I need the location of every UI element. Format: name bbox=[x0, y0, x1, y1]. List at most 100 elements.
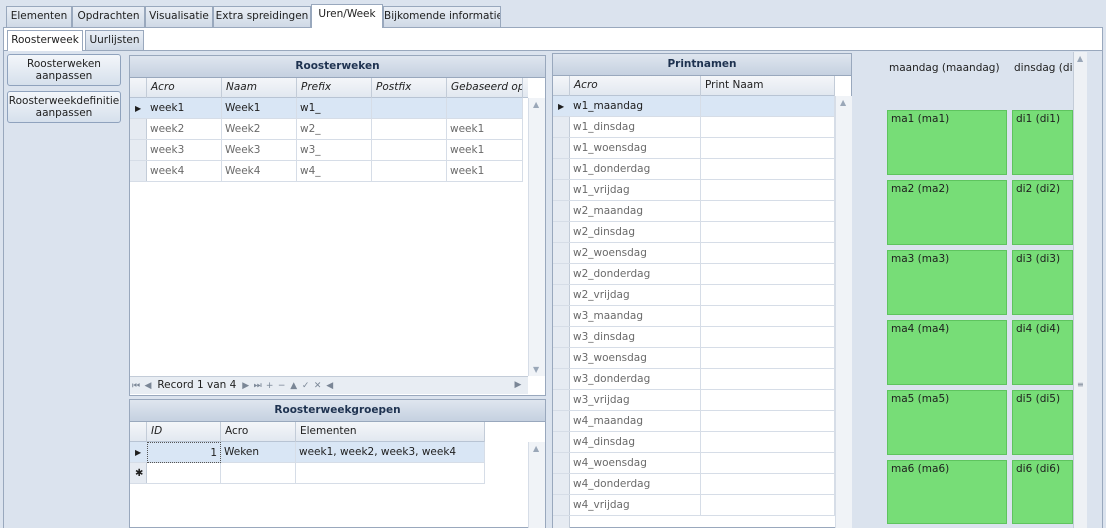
cell-acro[interactable]: w1_woensdag bbox=[570, 138, 701, 159]
table-row[interactable]: ▶ week1 Week1 w1_ bbox=[130, 98, 523, 119]
roosterweken-aanpassen-button[interactable]: Roosterweken aanpassen bbox=[7, 54, 121, 86]
schedule-tile[interactable]: di1 (di1) bbox=[1012, 110, 1073, 175]
table-row[interactable]: ▶ 1 Weken week1, week2, week3, week4 bbox=[130, 442, 485, 463]
schedule-tile[interactable]: ma5 (ma5) bbox=[887, 390, 1007, 455]
col-id[interactable]: ID bbox=[147, 422, 221, 442]
cell-naam[interactable]: Week4 bbox=[222, 161, 297, 182]
tab-opdrachten[interactable]: Opdrachten bbox=[72, 6, 145, 27]
col-acro[interactable]: Acro bbox=[221, 422, 296, 442]
cell-gebaseerd-op[interactable] bbox=[447, 98, 523, 119]
cell-acro[interactable]: w1_donderdag bbox=[570, 159, 701, 180]
table-row[interactable]: w1_dinsdag bbox=[553, 117, 835, 138]
new-row[interactable]: ✱ bbox=[130, 463, 485, 484]
table-row[interactable]: w2_maandag bbox=[553, 201, 835, 222]
cell-print-naam[interactable] bbox=[701, 327, 835, 348]
cell-print-naam[interactable] bbox=[701, 432, 835, 453]
delete-record-icon[interactable]: − bbox=[276, 378, 288, 395]
cell-gebaseerd-op[interactable]: week1 bbox=[447, 161, 523, 182]
cell-prefix[interactable]: w3_ bbox=[297, 140, 372, 161]
schedule-tile[interactable]: ma2 (ma2) bbox=[887, 180, 1007, 245]
cell-acro[interactable]: week1 bbox=[147, 98, 222, 119]
col-acro[interactable]: Acro bbox=[570, 76, 701, 96]
subtab-uurlijsten[interactable]: Uurlijsten bbox=[85, 30, 144, 50]
schedule-scrollbar[interactable]: ▲ ≡ bbox=[1073, 52, 1087, 528]
cell-acro[interactable]: w3_dinsdag bbox=[570, 327, 701, 348]
cell-acro[interactable]: w3_donderdag bbox=[570, 369, 701, 390]
cell-acro[interactable]: w4_vrijdag bbox=[570, 495, 701, 516]
table-row[interactable]: w3_woensdag bbox=[553, 348, 835, 369]
cell-print-naam[interactable] bbox=[701, 243, 835, 264]
cell-print-naam[interactable] bbox=[701, 138, 835, 159]
cell-acro[interactable]: week3 bbox=[147, 140, 222, 161]
cell-prefix[interactable]: w2_ bbox=[297, 119, 372, 140]
tab-extra-spreidingen[interactable]: Extra spreidingen bbox=[213, 6, 311, 27]
schedule-tile[interactable]: di6 (di6) bbox=[1012, 460, 1073, 524]
tab-bijkomende-informatie[interactable]: Bijkomende informatie bbox=[383, 6, 501, 27]
table-row[interactable]: w3_vrijdag bbox=[553, 390, 835, 411]
schedule-tile[interactable]: ma4 (ma4) bbox=[887, 320, 1007, 385]
cell-print-naam[interactable] bbox=[701, 306, 835, 327]
table-row[interactable]: w1_vrijdag bbox=[553, 180, 835, 201]
cell-prefix[interactable]: w1_ bbox=[297, 98, 372, 119]
col-acro[interactable]: Acro bbox=[147, 78, 222, 98]
table-row[interactable]: w4_dinsdag bbox=[553, 432, 835, 453]
schedule-tile[interactable]: ma3 (ma3) bbox=[887, 250, 1007, 315]
col-print-naam[interactable]: Print Naam bbox=[701, 76, 835, 96]
schedule-tile[interactable]: di4 (di4) bbox=[1012, 320, 1073, 385]
tab-uren-week[interactable]: Uren/Week bbox=[311, 4, 383, 28]
cell-elementen[interactable]: week1, week2, week3, week4 bbox=[296, 442, 485, 463]
cell-print-naam[interactable] bbox=[701, 411, 835, 432]
cell-elementen[interactable] bbox=[296, 463, 485, 484]
table-row[interactable]: w4_donderdag bbox=[553, 474, 835, 495]
scroll-right-icon[interactable]: ▶ bbox=[512, 377, 524, 394]
save-record-icon[interactable]: ✓ bbox=[300, 378, 312, 395]
cell-print-naam[interactable] bbox=[701, 96, 835, 117]
cell-postfix[interactable] bbox=[372, 98, 447, 119]
printnamen-scrollbar[interactable]: ▲ bbox=[835, 96, 852, 528]
cell-naam[interactable]: Week3 bbox=[222, 140, 297, 161]
schedule-tile[interactable]: di3 (di3) bbox=[1012, 250, 1073, 315]
scroll-up-icon[interactable]: ▲ bbox=[840, 98, 846, 107]
subtab-roosterweek[interactable]: Roosterweek bbox=[7, 30, 83, 51]
cell-acro[interactable]: Weken bbox=[221, 442, 296, 463]
table-row[interactable]: w2_dinsdag bbox=[553, 222, 835, 243]
table-row[interactable]: w2_woensdag bbox=[553, 243, 835, 264]
col-naam[interactable]: Naam bbox=[222, 78, 297, 98]
cell-print-naam[interactable] bbox=[701, 285, 835, 306]
cell-print-naam[interactable] bbox=[701, 264, 835, 285]
cell-acro[interactable]: w2_donderdag bbox=[570, 264, 701, 285]
cell-acro[interactable]: w2_woensdag bbox=[570, 243, 701, 264]
first-record-icon[interactable]: ⏮ bbox=[130, 378, 142, 395]
scroll-up-icon[interactable]: ▲ bbox=[533, 100, 539, 109]
cell-acro[interactable]: w2_vrijdag bbox=[570, 285, 701, 306]
cell-print-naam[interactable] bbox=[701, 201, 835, 222]
cell-acro[interactable]: w1_maandag bbox=[570, 96, 701, 117]
cell-acro[interactable]: w1_vrijdag bbox=[570, 180, 701, 201]
cell-acro[interactable]: w4_maandag bbox=[570, 411, 701, 432]
tab-elementen[interactable]: Elementen bbox=[6, 6, 72, 27]
table-row[interactable]: w3_maandag bbox=[553, 306, 835, 327]
cell-gebaseerd-op[interactable]: week1 bbox=[447, 119, 523, 140]
roosterweekdefinitie-aanpassen-button[interactable]: Roosterweekdefinitie aanpassen bbox=[7, 91, 121, 123]
cell-acro[interactable]: w3_woensdag bbox=[570, 348, 701, 369]
cell-gebaseerd-op[interactable]: week1 bbox=[447, 140, 523, 161]
cell-acro[interactable]: w2_maandag bbox=[570, 201, 701, 222]
cell-naam[interactable]: Week1 bbox=[222, 98, 297, 119]
prev-record-icon[interactable]: ◀ bbox=[142, 378, 154, 395]
scroll-left-icon[interactable]: ◀ bbox=[324, 378, 336, 395]
cell-prefix[interactable]: w4_ bbox=[297, 161, 372, 182]
cell-print-naam[interactable] bbox=[701, 180, 835, 201]
last-record-icon[interactable]: ⏭ bbox=[252, 378, 264, 395]
col-gebaseerd-op[interactable]: Gebaseerd op bbox=[447, 78, 523, 98]
scroll-grip-icon[interactable]: ≡ bbox=[1077, 380, 1084, 389]
cell-acro[interactable]: w3_vrijdag bbox=[570, 390, 701, 411]
scroll-up-icon[interactable]: ▲ bbox=[533, 444, 539, 453]
schedule-tile[interactable]: di2 (di2) bbox=[1012, 180, 1073, 245]
next-record-icon[interactable]: ▶ bbox=[240, 378, 252, 395]
cell-print-naam[interactable] bbox=[701, 348, 835, 369]
table-row[interactable]: w4_woensdag bbox=[553, 453, 835, 474]
table-row[interactable]: week2 Week2 w2_ week1 bbox=[130, 119, 523, 140]
scroll-up-icon[interactable]: ▲ bbox=[1077, 54, 1083, 63]
cell-postfix[interactable] bbox=[372, 161, 447, 182]
cell-naam[interactable]: Week2 bbox=[222, 119, 297, 140]
